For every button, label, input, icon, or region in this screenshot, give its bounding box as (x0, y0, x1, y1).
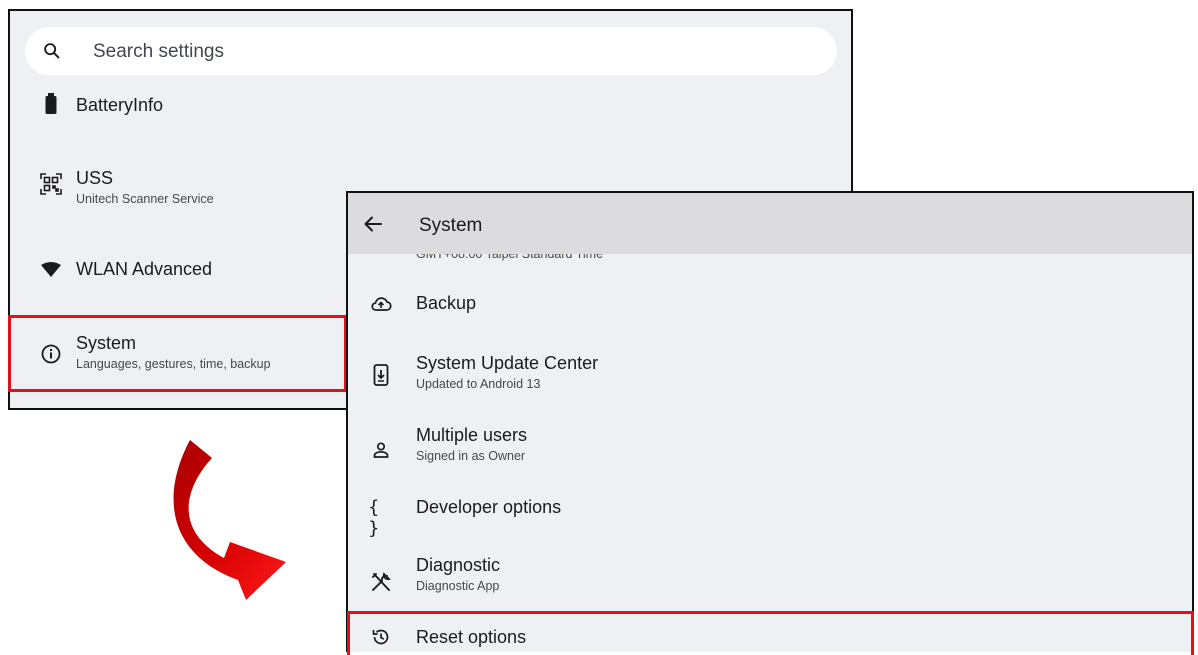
system-item-subtitle: Diagnostic App (416, 579, 500, 593)
system-screen-panel: System GMT+08:00 Taipei Standard Time Ba… (346, 191, 1194, 652)
system-item-subtitle: Updated to Android 13 (416, 377, 541, 391)
battery-icon (38, 91, 64, 117)
braces-icon: { } (368, 497, 380, 539)
curved-arrow-icon (173, 440, 286, 600)
settings-item-title: BatteryInfo (76, 95, 164, 115)
tools-icon (368, 569, 394, 595)
search-bar[interactable] (25, 27, 837, 77)
system-item-diagnostic[interactable]: Diagnostic Diagnostic App (348, 547, 1192, 615)
search-input[interactable] (91, 27, 795, 77)
wifi-icon (38, 257, 64, 283)
system-item-title: System Update Center (416, 353, 599, 373)
search-icon (41, 40, 63, 62)
cloud-upload-icon (368, 291, 394, 317)
system-item-title: Developer options (416, 497, 562, 517)
system-update-icon (368, 362, 394, 388)
system-item-title: Diagnostic (416, 555, 501, 575)
qr-code-icon (38, 171, 64, 197)
system-item-title: Backup (416, 293, 477, 313)
system-item-backup[interactable]: Backup (348, 265, 1192, 343)
settings-item-subtitle: Unitech Scanner Service (76, 192, 214, 206)
back-arrow-icon[interactable] (362, 213, 384, 235)
system-item-multiple-users[interactable]: Multiple users Signed in as Owner (348, 415, 1192, 491)
system-item-system-update-center[interactable]: System Update Center Updated to Android … (348, 343, 1192, 415)
page-title: System (419, 215, 483, 236)
system-item-subtitle: Signed in as Owner (416, 449, 526, 463)
settings-item-title: USS (76, 168, 114, 188)
system-item-title: Multiple users (416, 425, 528, 445)
system-item-developer-options[interactable]: { } Developer options (348, 491, 1192, 547)
settings-item-title: WLAN Advanced (76, 259, 213, 279)
highlight-system-item (8, 315, 347, 392)
person-icon (368, 437, 394, 463)
highlight-reset-options (347, 611, 1194, 655)
settings-item-batteryinfo[interactable]: BatteryInfo (10, 81, 851, 141)
app-bar: System (348, 193, 1192, 254)
